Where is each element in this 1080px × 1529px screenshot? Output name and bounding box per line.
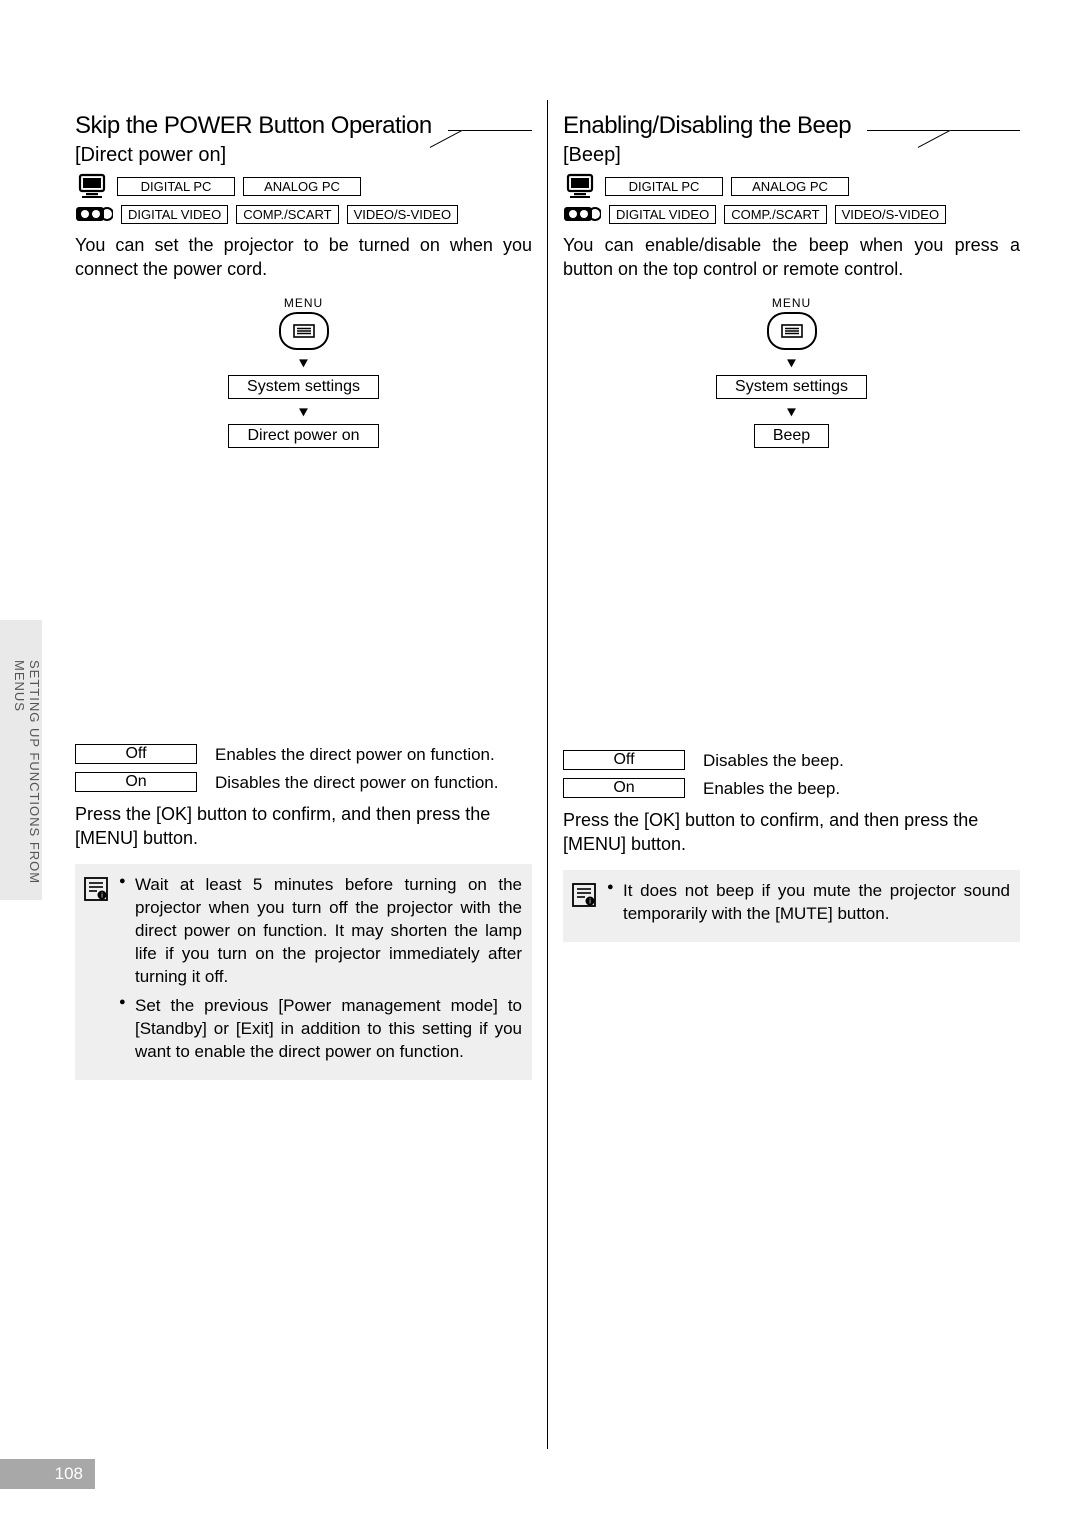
- confirm-text: Press the [OK] button to confirm, and th…: [75, 802, 532, 851]
- heading-rule-icon: [448, 130, 532, 131]
- page-number: 108: [0, 1459, 95, 1489]
- tag-analog-pc: ANALOG PC: [243, 177, 361, 196]
- column-left: Skip the POWER Button Operation [Direct …: [65, 100, 542, 1449]
- note-item: It does not beep if you mute the project…: [607, 880, 1010, 926]
- option-box-on: On: [563, 778, 685, 798]
- tag-comp-scart: COMP./SCART: [724, 205, 826, 224]
- tag-digital-pc: DIGITAL PC: [117, 177, 235, 196]
- tag-video-svideo: VIDEO/S-VIDEO: [347, 205, 459, 224]
- option-row: On Disables the direct power on function…: [75, 772, 532, 794]
- tag-row-1: DIGITAL PC ANALOG PC: [75, 173, 532, 199]
- content-columns: Skip the POWER Button Operation [Direct …: [65, 100, 1030, 1449]
- tag-comp-scart: COMP./SCART: [236, 205, 338, 224]
- column-right: Enabling/Disabling the Beep [Beep] DIGIT…: [553, 100, 1030, 1449]
- down-arrow-icon: ▾: [563, 402, 1020, 421]
- column-divider: [547, 100, 548, 1449]
- option-box-off: Off: [75, 744, 197, 764]
- tag-rows: DIGITAL PC ANALOG PC DIGITAL VIDEO COMP.…: [75, 173, 532, 225]
- note-list: Wait at least 5 minutes before turning o…: [119, 874, 522, 1070]
- option-row: On Enables the beep.: [563, 778, 1020, 800]
- pc-icon: [563, 173, 597, 199]
- tag-digital-video: DIGITAL VIDEO: [609, 205, 716, 224]
- menu-label: MENU: [75, 296, 532, 310]
- menu-system-settings: System settings: [716, 375, 867, 399]
- menu-system-settings: System settings: [228, 375, 379, 399]
- subheading: [Direct power on]: [75, 144, 532, 167]
- option-row: Off Disables the beep.: [563, 750, 1020, 772]
- side-tab: SETTING UP FUNCTIONS FROM MENUS: [0, 620, 42, 900]
- tag-analog-pc: ANALOG PC: [731, 177, 849, 196]
- tag-digital-pc: DIGITAL PC: [605, 177, 723, 196]
- menu-target: Direct power on: [228, 424, 378, 448]
- heading-row: Skip the POWER Button Operation: [75, 104, 532, 140]
- option-list: Off Disables the beep. On Enables the be…: [563, 750, 1020, 800]
- heading-rule-icon: [867, 130, 1020, 131]
- tag-row-2: DIGITAL VIDEO COMP./SCART VIDEO/S-VIDEO: [75, 203, 532, 225]
- down-arrow-icon: ▾: [75, 402, 532, 421]
- page-number-value: 108: [55, 1464, 83, 1484]
- option-row: Off Enables the direct power on function…: [75, 744, 532, 766]
- video-icon: [75, 203, 113, 225]
- video-icon: [563, 203, 601, 225]
- option-desc: Disables the beep.: [703, 750, 844, 772]
- menu-flow: MENU ▾ System settings ▾ Beep: [563, 296, 1020, 448]
- note-box: i Wait at least 5 minutes before turning…: [75, 864, 532, 1080]
- note-item: Wait at least 5 minutes before turning o…: [119, 874, 522, 989]
- option-box-off: Off: [563, 750, 685, 770]
- option-desc: Enables the direct power on function.: [215, 744, 495, 766]
- tag-digital-video: DIGITAL VIDEO: [121, 205, 228, 224]
- option-box-on: On: [75, 772, 197, 792]
- spacer: [75, 448, 532, 732]
- spacer: [563, 448, 1020, 738]
- menu-label: MENU: [563, 296, 1020, 310]
- confirm-text: Press the [OK] button to confirm, and th…: [563, 808, 1020, 857]
- menu-button-icon: [279, 312, 329, 350]
- note-icon: i: [571, 882, 597, 908]
- tag-row-2: DIGITAL VIDEO COMP./SCART VIDEO/S-VIDEO: [563, 203, 1020, 225]
- down-arrow-icon: ▾: [75, 353, 532, 372]
- option-desc: Disables the direct power on function.: [215, 772, 499, 794]
- tag-rows: DIGITAL PC ANALOG PC DIGITAL VIDEO COMP.…: [563, 173, 1020, 225]
- note-icon: i: [83, 876, 109, 902]
- menu-target: Beep: [754, 424, 829, 448]
- tag-row-1: DIGITAL PC ANALOG PC: [563, 173, 1020, 199]
- down-arrow-icon: ▾: [563, 353, 1020, 372]
- option-desc: Enables the beep.: [703, 778, 840, 800]
- menu-button-icon: [767, 312, 817, 350]
- subheading: [Beep]: [563, 144, 1020, 167]
- page: SETTING UP FUNCTIONS FROM MENUS 108 Skip…: [0, 0, 1080, 1529]
- section-heading: Enabling/Disabling the Beep: [563, 112, 851, 140]
- body-text: You can set the projector to be turned o…: [75, 233, 532, 282]
- menu-flow: MENU ▾ System settings ▾ Direct power on: [75, 296, 532, 448]
- tag-video-svideo: VIDEO/S-VIDEO: [835, 205, 947, 224]
- side-tab-label: SETTING UP FUNCTIONS FROM MENUS: [0, 660, 42, 890]
- pc-icon: [75, 173, 109, 199]
- body-text: You can enable/disable the beep when you…: [563, 233, 1020, 282]
- option-list: Off Enables the direct power on function…: [75, 744, 532, 794]
- note-list: It does not beep if you mute the project…: [607, 880, 1010, 932]
- heading-row: Enabling/Disabling the Beep: [563, 104, 1020, 140]
- section-heading: Skip the POWER Button Operation: [75, 112, 432, 140]
- note-box: i It does not beep if you mute the proje…: [563, 870, 1020, 942]
- note-item: Set the previous [Power management mode]…: [119, 995, 522, 1064]
